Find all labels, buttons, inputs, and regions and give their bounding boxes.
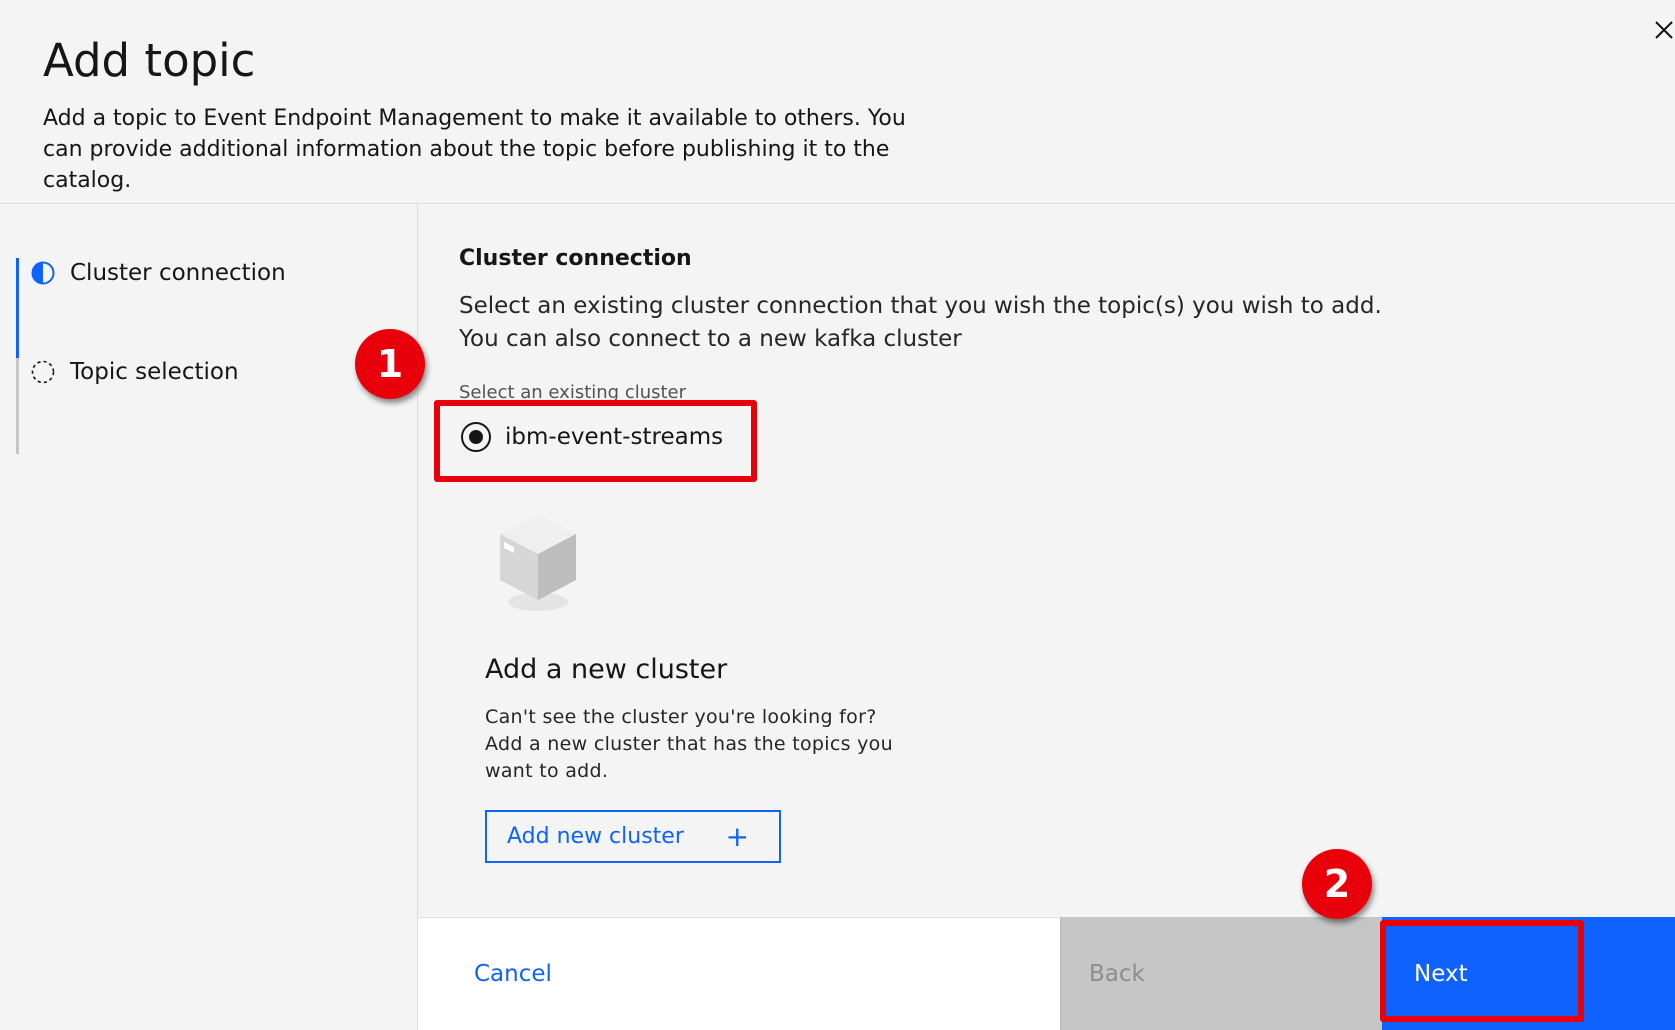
dashed-circle-icon [31, 360, 55, 384]
new-cluster-description: Can't see the cluster you're looking for… [485, 706, 893, 782]
cancel-button[interactable]: Cancel [418, 917, 1060, 1030]
step-topic-selection[interactable]: Topic selection [30, 355, 239, 389]
step-cluster-connection[interactable]: Cluster connection [30, 256, 286, 290]
step-label: Cluster connection [70, 260, 286, 286]
half-filled-circle-icon [31, 261, 55, 285]
back-button[interactable]: Back [1060, 917, 1382, 1030]
progress-sidebar: Cluster connection Topic selection [0, 204, 417, 1030]
cube-icon [500, 514, 576, 611]
add-new-cluster-button[interactable]: Add new cluster + [485, 810, 781, 863]
annotation-highlight-next [1380, 920, 1584, 1022]
progress-active-indicator [16, 258, 19, 358]
section-title: Cluster connection [459, 246, 692, 271]
page-title: Add topic [43, 34, 256, 87]
annotation-badge-2: 2 [1302, 849, 1372, 919]
new-cluster-title: Add a new cluster [485, 654, 728, 685]
annotation-badge-1: 1 [355, 329, 425, 399]
step-label: Topic selection [70, 359, 239, 385]
modal-header: Add topic Add a topic to Event Endpoint … [0, 0, 1675, 204]
add-new-cluster-label: Add new cluster [507, 824, 684, 849]
annotation-highlight-cluster [434, 400, 757, 482]
page-description: Add a topic to Event Endpoint Management… [43, 106, 906, 193]
section-description: Select an existing cluster connection th… [459, 293, 1382, 352]
plus-icon: + [725, 819, 749, 853]
